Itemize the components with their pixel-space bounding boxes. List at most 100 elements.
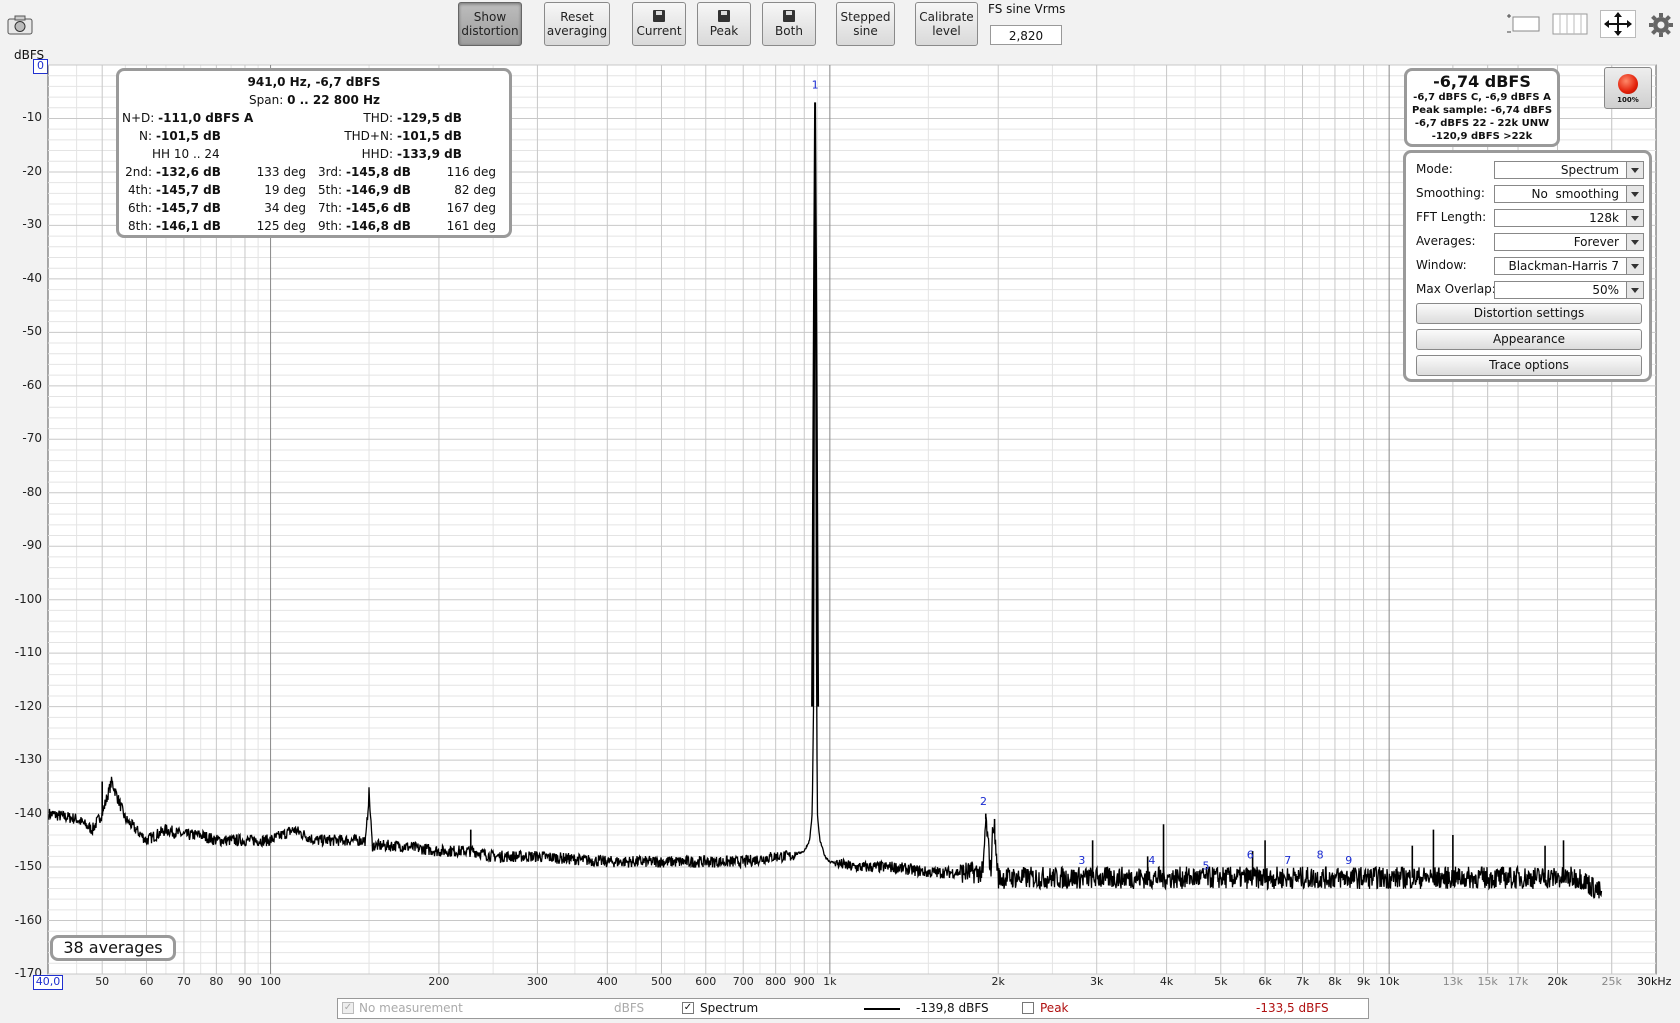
x-tick-label: 60: [139, 975, 154, 988]
x-tick-label: 3k: [1090, 975, 1104, 988]
harmonic-value: -132,6 dB: [156, 165, 221, 179]
save-both-button[interactable]: Both: [762, 2, 816, 46]
harmonic-value: -146,9 dB: [346, 183, 411, 197]
peak-checkbox[interactable]: [1022, 1002, 1034, 1014]
spectrum-label: Spectrum: [700, 1001, 759, 1015]
x-tick-label: 4k: [1159, 975, 1174, 988]
x-tick-label: 20k: [1547, 975, 1568, 988]
x-tick-label: 17k: [1507, 975, 1529, 988]
no-measurement-checkbox[interactable]: ✓: [342, 1002, 354, 1014]
chevron-down-icon: [1626, 258, 1643, 274]
save-current-button[interactable]: Current: [632, 2, 686, 46]
x-tick-label: 15k: [1477, 975, 1498, 988]
harmonic-marker-label: 5: [1203, 859, 1210, 872]
y-tick-label: -70: [22, 431, 42, 446]
y-tick-label: -80: [22, 484, 42, 499]
harmonic-marker-label: 1: [812, 79, 819, 92]
controls-panel: Mode: Spectrum Smoothing: No smoothing F…: [1403, 150, 1652, 382]
harmonic-label: 8th:: [128, 219, 152, 233]
fft-length-select[interactable]: 128k: [1494, 209, 1644, 227]
record-button[interactable]: 100%: [1604, 67, 1652, 109]
fundamental-title: 941,0 Hz, -6,7 dBFS: [247, 75, 381, 89]
span-row: Span: 0 .. 22 800 Hz: [249, 93, 381, 107]
spectrum-checkbox[interactable]: ✓: [682, 1002, 694, 1014]
smoothing-select[interactable]: No smoothing: [1494, 185, 1644, 203]
save-peak-button[interactable]: Peak: [697, 2, 751, 46]
x-unit-label: 30kHz: [1637, 975, 1672, 988]
x-tick-label: 500: [650, 975, 672, 988]
x-tick-label: 300: [526, 975, 548, 988]
record-led-icon: [1618, 74, 1638, 94]
thdn-label: THD+N:: [344, 129, 393, 143]
fs-sine-input[interactable]: 2,820: [990, 25, 1062, 45]
window-select[interactable]: Blackman-Harris 7: [1494, 257, 1644, 275]
x-tick-label: 200: [428, 975, 450, 988]
settings-gear-icon[interactable]: [1648, 12, 1674, 38]
peak-label: Peak: [1040, 1001, 1069, 1015]
x-tick-label: 100: [260, 975, 282, 988]
harmonic-label: 4th:: [128, 183, 152, 197]
spectrum-trace: [48, 133, 1603, 899]
no-measurement-label: No measurement: [359, 1001, 463, 1015]
harmonic-label: 3rd:: [317, 165, 342, 179]
max-overlap-select[interactable]: 50%: [1494, 281, 1644, 299]
harmonic-value: -145,7 dB: [156, 201, 221, 215]
x-tick-label: 9k: [1356, 975, 1371, 988]
level-meter-panel: -6,74 dBFS -6,7 dBFS C, -6,9 dBFS A Peak…: [1404, 68, 1560, 147]
hhd-value: -133,9 dB: [397, 147, 462, 161]
x-tick-label: 1k: [823, 975, 837, 988]
harmonic-marker-label: 8: [1317, 849, 1324, 862]
appearance-button[interactable]: Appearance: [1416, 329, 1642, 350]
y-tick-label: -50: [22, 324, 42, 339]
hh-range-label: HH 10 .. 24: [152, 147, 220, 161]
fft-length-label: FFT Length:: [1416, 210, 1487, 224]
harmonic-label: 2nd:: [125, 165, 152, 179]
y-tick-label: -150: [14, 859, 42, 874]
x-tick-label: 800: [765, 975, 787, 988]
y-tick-label: -60: [22, 377, 42, 392]
chevron-down-icon: [1626, 186, 1643, 202]
harmonic-marker-label: 4: [1148, 854, 1155, 867]
window-label: Window:: [1416, 258, 1467, 272]
y-tick-label: -10: [22, 110, 42, 125]
x-tick-label: 80: [209, 975, 224, 988]
mode-label: Mode:: [1416, 162, 1453, 176]
hhd-label: HHD:: [361, 147, 393, 161]
nd-row: N+D: -111,0 dBFS A: [122, 111, 254, 125]
y-tick-label: -100: [14, 591, 42, 606]
fundamental-peak: [811, 102, 820, 707]
reset-averaging-button[interactable]: Reset averaging: [544, 2, 610, 46]
x-min-box[interactable]: 40,0: [33, 975, 63, 990]
columns-icon[interactable]: [1552, 12, 1588, 36]
calibrate-level-button[interactable]: Calibrate level: [915, 2, 978, 46]
harmonic-value: -146,8 dB: [346, 219, 411, 233]
legend-bar: ✓ No measurement dBFS ✓ Spectrum -139,8 …: [337, 998, 1369, 1019]
averages-select[interactable]: Forever: [1494, 233, 1644, 251]
harmonic-value: -145,8 dB: [346, 165, 411, 179]
layout-toggle-icon[interactable]: [1505, 12, 1541, 36]
x-tick-label: 8k: [1328, 975, 1342, 988]
distortion-settings-button[interactable]: Distortion settings: [1416, 303, 1642, 324]
chevron-down-icon: [1626, 210, 1643, 226]
move-arrows-icon[interactable]: [1600, 10, 1636, 38]
show-distortion-button[interactable]: Show distortion: [458, 2, 522, 46]
y-tick-label: -90: [22, 538, 42, 553]
x-tick-label: 6k: [1258, 975, 1272, 988]
y-tick-label: -20: [22, 163, 42, 178]
x-tick-label: 5k: [1214, 975, 1228, 988]
trace-options-button[interactable]: Trace options: [1416, 355, 1642, 376]
harmonic-phase: 82 deg: [454, 183, 496, 197]
camera-icon[interactable]: [6, 14, 34, 36]
harmonic-phase: 34 deg: [264, 201, 306, 215]
x-tick-label: 600: [695, 975, 717, 988]
x-tick-label: 7k: [1295, 975, 1310, 988]
harmonic-phase: 125 deg: [256, 219, 306, 233]
mode-select[interactable]: Spectrum: [1494, 161, 1644, 179]
harmonic-label: 5th:: [318, 183, 342, 197]
harmonic-phase: 19 deg: [264, 183, 306, 197]
y-tick-label: -110: [14, 645, 42, 660]
level-weighted: -6,7 dBFS C, -6,9 dBFS A: [1413, 92, 1551, 103]
y-max-box[interactable]: 0: [33, 59, 48, 74]
harmonic-value: -146,1 dB: [156, 219, 221, 233]
stepped-sine-button[interactable]: Stepped sine: [836, 2, 895, 46]
